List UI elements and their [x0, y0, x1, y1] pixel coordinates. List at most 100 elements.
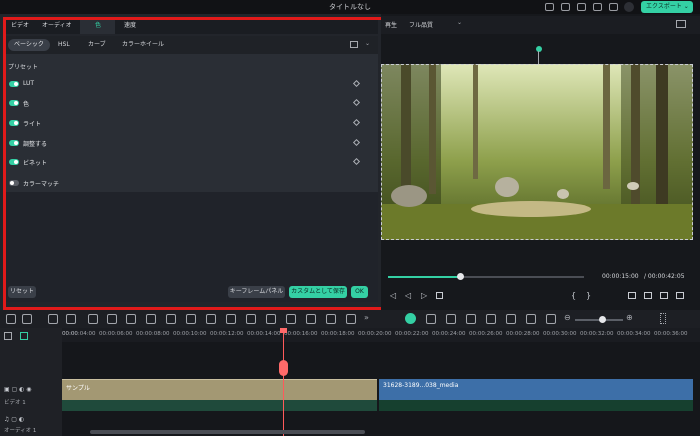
lut-toggle[interactable] — [9, 81, 19, 87]
ruler-tick: 00:00:12:00 — [210, 331, 244, 337]
redo-icon[interactable] — [66, 314, 76, 324]
rotate-handle[interactable] — [536, 46, 542, 52]
chevron-down-icon[interactable]: ⌄ — [365, 40, 370, 47]
time-ruler[interactable]: 00:00 00:00:04:00 00:00:06:00 00:00:08:0… — [62, 328, 700, 342]
record-icon[interactable] — [405, 313, 416, 324]
prev-frame-icon[interactable]: ◁ — [390, 291, 396, 300]
tab-audio[interactable]: オーディオ — [40, 18, 78, 34]
subtab-color-wheel[interactable]: カラーホイール — [116, 39, 170, 51]
grid-icon[interactable] — [6, 314, 16, 324]
subtab-hsl[interactable]: HSL — [52, 39, 76, 51]
audio-waveform[interactable] — [62, 400, 377, 411]
video-clip[interactable]: サンプル — [62, 379, 377, 400]
text-icon[interactable] — [146, 314, 156, 324]
ruler-tick: 00:00:30:00 — [543, 331, 577, 337]
ok-button[interactable]: OK — [351, 286, 368, 298]
playhead[interactable] — [283, 328, 284, 436]
cloud-upload-icon[interactable] — [577, 3, 586, 11]
zoom-knob[interactable] — [599, 316, 606, 323]
compare-icon[interactable] — [350, 41, 358, 48]
shape-icon[interactable] — [166, 314, 176, 324]
display-icon[interactable] — [628, 292, 636, 299]
ruler-tick: 00:00:32:00 — [580, 331, 614, 337]
keyframe-panel-button[interactable]: キーフレームパネル — [228, 286, 285, 298]
chevron-down-icon[interactable]: ⌄ — [457, 19, 462, 26]
ruler-tick: 00:00:26:00 — [469, 331, 503, 337]
progress-fill — [388, 276, 460, 278]
mark-out-icon[interactable]: } — [586, 291, 591, 300]
stop-icon[interactable] — [436, 292, 443, 299]
save-custom-button[interactable]: カスタムとして保存 — [289, 286, 347, 298]
fullscreen-icon[interactable] — [676, 292, 684, 299]
motion-icon[interactable] — [306, 314, 316, 324]
split-handle-icon[interactable] — [279, 360, 288, 376]
headset-icon[interactable] — [593, 3, 602, 11]
color-icon[interactable] — [186, 314, 196, 324]
audio-track-icons[interactable]: ♫ ▢ ◐ — [4, 416, 24, 423]
play-icon[interactable]: ▷ — [421, 291, 427, 300]
video-preview[interactable] — [381, 64, 693, 240]
render-icon[interactable] — [426, 314, 436, 324]
mic-icon[interactable] — [466, 314, 476, 324]
avatar[interactable] — [624, 2, 634, 12]
video-clip[interactable]: 31628-3189...038_media — [379, 379, 693, 400]
shield-icon[interactable] — [446, 314, 456, 324]
tab-video[interactable]: ビデオ — [6, 18, 34, 34]
preset-heading: プリセット — [8, 64, 39, 71]
more-icon[interactable]: » — [364, 313, 369, 322]
crop-zoom-icon[interactable] — [226, 314, 236, 324]
mask-icon[interactable] — [206, 314, 216, 324]
zoom-out-icon[interactable]: ⊖ — [564, 313, 571, 322]
rewind-icon[interactable]: ◁ — [405, 291, 411, 300]
freeze-icon[interactable] — [286, 314, 296, 324]
quality-select[interactable]: フル品質 — [409, 20, 433, 29]
camera-icon[interactable] — [644, 292, 652, 299]
save-icon[interactable] — [561, 3, 570, 11]
lut-label: LUT — [23, 80, 35, 87]
export-button[interactable]: エクスポート ⌄ — [641, 1, 693, 13]
title-bar: タイトルなし エクスポート ⌄ — [0, 0, 700, 14]
ai-icon[interactable] — [346, 314, 356, 324]
color-match-toggle[interactable] — [9, 180, 19, 186]
adjust-toggle[interactable] — [9, 140, 19, 146]
effects-icon[interactable] — [506, 314, 516, 324]
crop-icon[interactable] — [126, 314, 136, 324]
audio-waveform[interactable] — [379, 400, 693, 411]
palette-icon[interactable] — [246, 314, 256, 324]
reset-button[interactable]: リセット — [8, 286, 36, 298]
player-header: 再生 フル品質 ⌄ — [381, 16, 700, 34]
ruler-tick: 00:00:10:00 — [173, 331, 207, 337]
color-toggle[interactable] — [9, 100, 19, 106]
video-track-icons[interactable]: ▣ ▢ ◐ ◉ — [4, 386, 32, 393]
snapshot-icon[interactable] — [526, 314, 536, 324]
tab-speed[interactable]: 速度 — [122, 18, 152, 34]
zoom-in-icon[interactable]: ⊕ — [626, 313, 633, 322]
cursor-icon[interactable] — [22, 314, 32, 324]
light-toggle[interactable] — [9, 120, 19, 126]
pip-icon[interactable] — [546, 314, 556, 324]
vignette-toggle[interactable] — [9, 159, 19, 165]
undo-icon[interactable] — [48, 314, 58, 324]
delete-icon[interactable] — [88, 314, 98, 324]
layout-grid-icon[interactable] — [660, 313, 666, 324]
timer-icon[interactable] — [266, 314, 276, 324]
split-icon[interactable] — [107, 314, 117, 324]
current-time: 00:00:15:00 — [602, 273, 639, 280]
add-track-icon[interactable] — [4, 332, 12, 340]
progress-knob[interactable] — [457, 273, 464, 280]
gift-icon[interactable] — [609, 3, 618, 11]
volume-icon[interactable] — [660, 292, 668, 299]
mark-in-icon[interactable]: { — [571, 291, 576, 300]
layout-icon[interactable] — [545, 3, 554, 11]
snapshot-icon[interactable] — [676, 20, 686, 28]
light-label: ライト — [23, 121, 42, 128]
link-icon[interactable] — [20, 332, 28, 340]
playhead-top[interactable] — [280, 328, 287, 333]
tab-color[interactable]: 色 — [80, 18, 115, 34]
playback-mode: 再生 — [385, 22, 398, 29]
timeline-scrollbar[interactable] — [90, 430, 365, 434]
subtab-curves[interactable]: カーブ — [82, 39, 112, 51]
tts-icon[interactable] — [486, 314, 496, 324]
subtab-basic[interactable]: ベーシック — [8, 39, 50, 51]
adjust-icon[interactable] — [326, 314, 336, 324]
